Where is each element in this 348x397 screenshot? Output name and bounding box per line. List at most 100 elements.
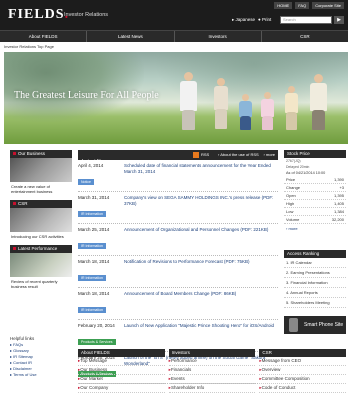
ranking-item[interactable]: 2. Earning Presentations	[284, 268, 346, 278]
nav-about[interactable]: About FIELDS	[0, 31, 88, 42]
bottom-link[interactable]: Our Market	[78, 375, 165, 384]
language-japanese-link[interactable]: ▸ Japanese	[232, 17, 255, 23]
news-badge: Notice	[78, 179, 94, 185]
news-link[interactable]: Scheduled date of financial statements a…	[120, 163, 278, 188]
utility-links: HOME FAQ Corporate Site	[274, 2, 344, 9]
nav-csr[interactable]: CSR	[262, 31, 348, 42]
stock-row: Change +3	[284, 185, 346, 192]
news-link[interactable]: Announcement of Organizational and Perso…	[120, 227, 268, 252]
rss-icon[interactable]	[193, 152, 199, 158]
news-date: February 20, 2014	[78, 323, 115, 328]
news-item: March 31, 2014 IR Information Company's v…	[78, 192, 278, 224]
square-icon	[13, 247, 16, 251]
bottom-link-columns: About FIELDS Top Message Our Business Ou…	[78, 349, 347, 393]
news-link[interactable]: Announcement of Board Members Change (PD…	[120, 291, 236, 316]
stock-row: Volume 32,200	[284, 217, 346, 224]
news-title: Latest News	[82, 159, 110, 165]
csr-thumbnail	[10, 208, 72, 232]
banner-tagline: The Greatest Leisure For All People	[14, 90, 159, 101]
news-more-link[interactable]: › more	[263, 150, 275, 160]
bottom-link[interactable]: Financials	[168, 366, 256, 375]
breadcrumb: Investor Relations Top Page	[4, 44, 54, 49]
news-item: March 25, 2014 IR Information Announcemen…	[78, 224, 278, 256]
bottom-link[interactable]: Committee Composition	[259, 375, 347, 384]
util-faq-link[interactable]: FAQ	[295, 2, 310, 9]
news-badge: IR Information	[78, 275, 106, 281]
ranking-item[interactable]: 5. Shareholders Meeting	[284, 298, 346, 308]
print-link[interactable]: ● Print	[258, 17, 271, 22]
bottom-col-about: About FIELDS Top Message Our Business Ou…	[78, 349, 165, 393]
hero-banner: The Greatest Leisure For All People	[4, 52, 348, 144]
link-terms[interactable]: ▸ Terms of Use	[10, 372, 72, 378]
access-ranking: Access Ranking 1. IR Calendar 2. Earning…	[284, 250, 346, 308]
performance-thumbnail	[10, 253, 72, 277]
rss-link[interactable]: RSS	[201, 150, 209, 160]
bottom-link[interactable]: Performance	[168, 357, 256, 366]
bottom-link[interactable]: Top Message	[78, 357, 165, 366]
ranking-item[interactable]: 1. IR Calendar	[284, 258, 346, 268]
bottom-link[interactable]: Our Company	[78, 384, 165, 393]
news-date: March 25, 2014	[78, 227, 110, 232]
util-home-link[interactable]: HOME	[274, 2, 293, 9]
news-item: March 18, 2014 IR Information Announcemen…	[78, 288, 278, 320]
news-item: February 20, 2014 Products & Services Lau…	[78, 320, 278, 352]
bottom-link[interactable]: Code of Conduct	[259, 384, 347, 393]
news-link[interactable]: Notification of Revisions to Performance…	[120, 259, 250, 284]
ranking-item[interactable]: 4. Annual Reports	[284, 288, 346, 298]
news-header: Latest News RSS › About the use of RSS ›…	[78, 150, 278, 165]
stock-more-link[interactable]: › more	[284, 224, 346, 233]
news-date: March 31, 2014	[78, 195, 110, 200]
banner-tree	[4, 52, 144, 122]
main-nav: About FIELDS Latest News Investors CSR	[0, 30, 348, 42]
stock-row: Open 1,395	[284, 193, 346, 200]
news-badge: IR Information	[78, 307, 106, 313]
bottom-link[interactable]: Overview	[259, 366, 347, 375]
news-badge: IR Information	[78, 243, 106, 249]
bottom-col-csr: CSR Message from CEO Overview Committee …	[259, 349, 347, 393]
logo-subtitle: Investor Relations	[64, 12, 109, 18]
bottom-col-investors: Investors Performance Financials Events …	[168, 349, 256, 393]
sidebar-box-caption: Create a new value of entertainment busi…	[11, 184, 53, 194]
search-button[interactable]: ▶	[334, 16, 344, 24]
bottom-col-title[interactable]: Investors	[168, 349, 256, 357]
bottom-link[interactable]: Shareholder Info	[168, 384, 256, 393]
bottom-col-title[interactable]: CSR	[259, 349, 347, 357]
news-date: March 18, 2014	[78, 259, 110, 264]
sidebar-box-performance[interactable]: Latest Performance Review of recent quar…	[10, 245, 72, 291]
bottom-link[interactable]: Our Business	[78, 366, 165, 375]
square-icon	[13, 152, 16, 156]
helpful-links: Helpful links ▸ FAQs ▸ Glossary ▸ IR Sit…	[10, 336, 72, 378]
stock-title: Stock Price	[284, 150, 346, 158]
bottom-col-title[interactable]: About FIELDS	[78, 349, 165, 357]
news-date: March 18, 2014	[78, 291, 110, 296]
square-icon	[13, 202, 16, 206]
util-corporate-link[interactable]: Corporate Site	[312, 2, 344, 9]
sidebar-box-title: CSR	[18, 201, 28, 206]
sidebar-box-title: Latest Performance	[18, 246, 58, 251]
stock-row: Price 1,390	[284, 177, 346, 184]
stock-row: Low 1,384	[284, 209, 346, 216]
sidebar-box-business[interactable]: Our Business Create a new value of enter…	[10, 150, 72, 196]
sidebar-box-caption: Introducing our CSR activities	[11, 234, 64, 239]
ranking-title: Access Ranking	[284, 250, 346, 258]
fields-logo[interactable]: FIELDS.	[8, 7, 69, 23]
smartphone-icon	[289, 318, 298, 332]
bottom-link[interactable]: Message from CEO	[259, 357, 347, 366]
stock-row: High 1,405	[284, 201, 346, 208]
news-item: March 18, 2014 IR Information Notificatio…	[78, 256, 278, 288]
about-rss-link[interactable]: › About the use of RSS	[218, 150, 259, 160]
header: FIELDS. Investor Relations HOME FAQ Corp…	[0, 0, 348, 30]
left-sidebar: Our Business Create a new value of enter…	[10, 150, 72, 295]
news-link[interactable]: Launch of New Application "Majestic Prin…	[120, 323, 274, 348]
sidebar-box-title: Our Business	[18, 151, 46, 156]
nav-latest-news[interactable]: Latest News	[87, 31, 175, 42]
news-link[interactable]: Company's view on SEGA SAMMY HOLDINGS IN…	[120, 195, 278, 220]
sidebar-box-csr[interactable]: CSR Introducing our CSR activities	[10, 200, 72, 241]
nav-investors[interactable]: Investors	[175, 31, 262, 42]
bottom-link[interactable]: Events	[168, 375, 256, 384]
business-thumbnail	[10, 158, 72, 182]
search-input[interactable]: Search	[280, 16, 332, 24]
ranking-item[interactable]: 3. Financial Information	[284, 278, 346, 288]
smart-phone-site-banner[interactable]: Smart Phone Site	[284, 316, 346, 334]
news-badge: Products & Services	[78, 339, 116, 345]
